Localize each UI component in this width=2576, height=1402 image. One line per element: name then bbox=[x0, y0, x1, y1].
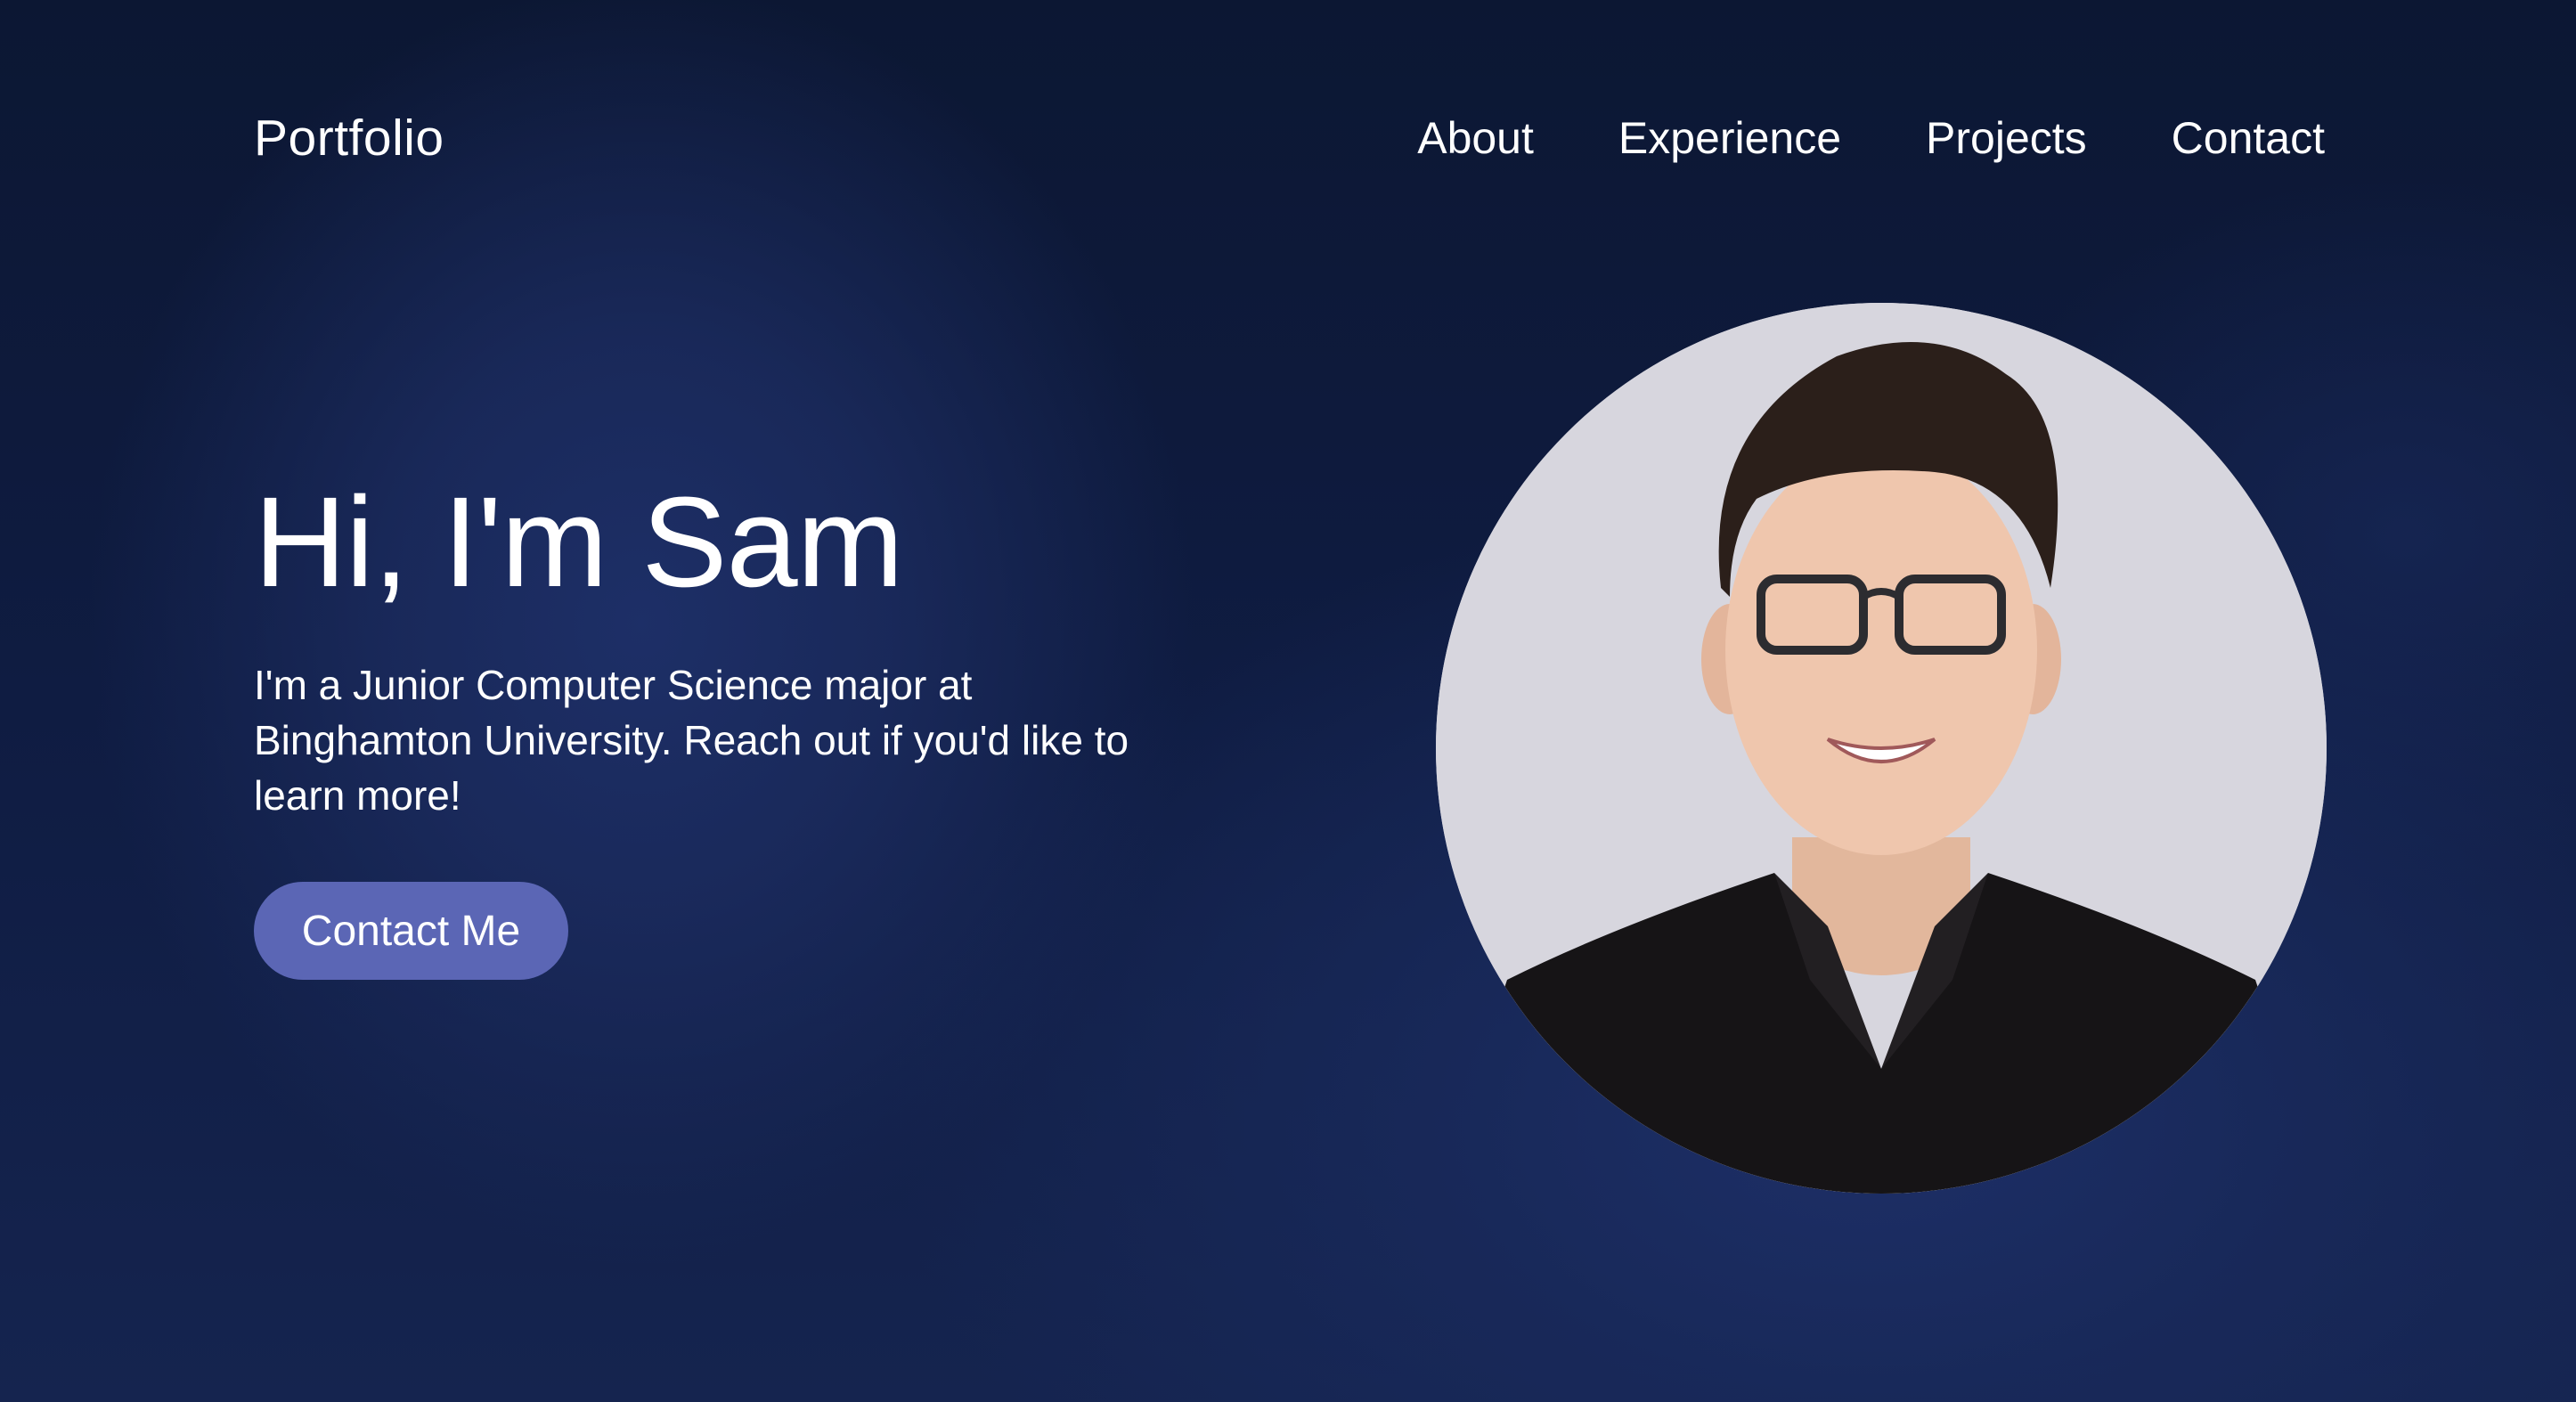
nav-link-projects[interactable]: Projects bbox=[1926, 112, 2087, 164]
profile-photo-illustration bbox=[1436, 303, 2327, 1194]
hero-subtitle: I'm a Junior Computer Science major at B… bbox=[254, 662, 1129, 819]
hero-title: Hi, I'm Sam bbox=[254, 470, 904, 614]
nav-link-about[interactable]: About bbox=[1417, 112, 1534, 164]
site-logo[interactable]: Portfolio bbox=[254, 109, 444, 167]
nav-link-contact[interactable]: Contact bbox=[2172, 112, 2325, 164]
profile-photo bbox=[1436, 303, 2327, 1194]
top-nav: Portfolio About Experience Projects Cont… bbox=[254, 107, 2325, 169]
nav-link-experience[interactable]: Experience bbox=[1618, 112, 1841, 164]
hero-section: Hi, I'm Sam I'm a Junior Computer Scienc… bbox=[254, 470, 1145, 823]
contact-me-button[interactable]: Contact Me bbox=[254, 882, 568, 980]
nav-links: About Experience Projects Contact bbox=[1417, 112, 2325, 164]
